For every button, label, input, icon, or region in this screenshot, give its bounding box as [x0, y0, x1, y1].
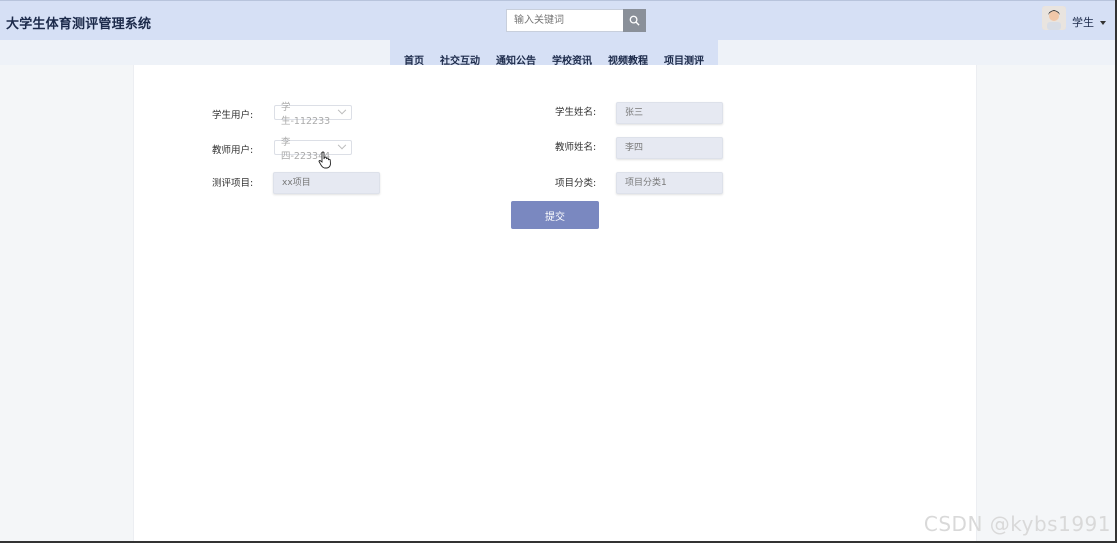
caret-down-icon — [1100, 20, 1106, 25]
student-name-field[interactable]: 张三 — [616, 102, 723, 124]
user-label: 学生 — [1072, 16, 1094, 29]
student-user-value: 学生-112233 — [281, 101, 331, 127]
category-label: 项目分类: — [555, 178, 597, 189]
teacher-user-select[interactable]: 李四-223344 — [274, 137, 352, 162]
hand-cursor-icon — [318, 151, 331, 169]
watermark: CSDN @kybs1991 — [923, 512, 1111, 536]
student-name-label: 学生姓名: — [555, 107, 597, 118]
student-user-select[interactable]: 学生-112233 — [274, 102, 352, 127]
form-panel — [133, 65, 977, 543]
user-menu[interactable]: 学生 — [1072, 14, 1106, 30]
search-button[interactable] — [623, 9, 646, 32]
category-field[interactable]: 项目分类1 — [616, 172, 723, 194]
project-label: 测评项目: — [212, 178, 254, 189]
top-header: 大学生体育测评管理系统 学生 — [0, 0, 1117, 40]
teacher-name-field[interactable]: 李四 — [616, 137, 723, 159]
teacher-name-label: 教师姓名: — [555, 142, 597, 153]
chevron-down-icon — [337, 105, 347, 114]
avatar[interactable] — [1042, 6, 1066, 30]
student-user-label: 学生用户: — [212, 110, 254, 121]
submit-button[interactable]: 提交 — [511, 201, 599, 229]
app-title: 大学生体育测评管理系统 — [6, 17, 152, 32]
project-field[interactable]: xx项目 — [273, 172, 380, 194]
teacher-user-label: 教师用户: — [212, 145, 254, 156]
chevron-down-icon — [337, 140, 347, 149]
search-icon — [629, 15, 640, 26]
search-input[interactable] — [506, 9, 623, 32]
